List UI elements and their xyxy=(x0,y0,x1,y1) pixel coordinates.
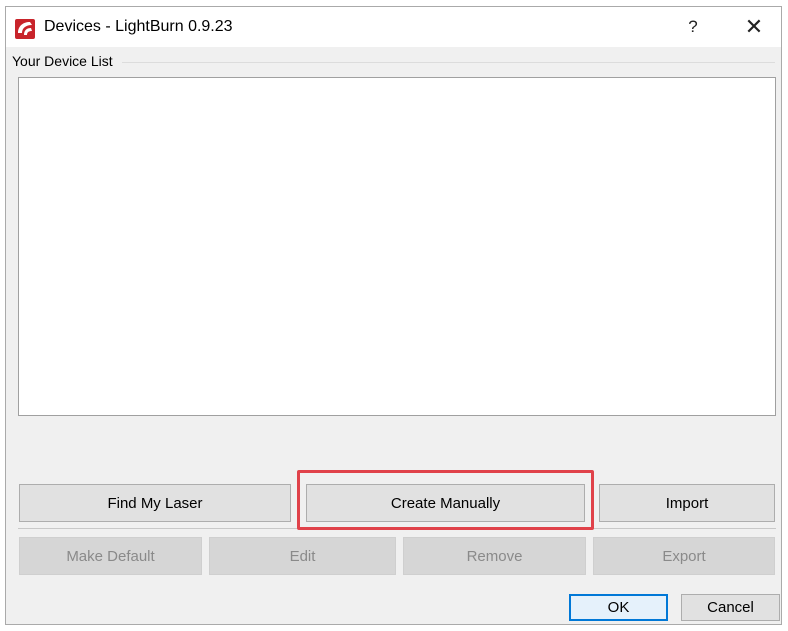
create-manually-button[interactable]: Create Manually xyxy=(306,484,585,522)
group-border-top xyxy=(122,62,775,63)
close-icon[interactable]: ✕ xyxy=(728,7,780,47)
title-bar: Devices - LightBurn 0.9.23 ? ✕ xyxy=(6,7,781,47)
import-button[interactable]: Import xyxy=(599,484,775,522)
find-my-laser-button[interactable]: Find My Laser xyxy=(19,484,291,522)
separator xyxy=(18,528,776,529)
cancel-button[interactable]: Cancel xyxy=(681,594,780,621)
make-default-button[interactable]: Make Default xyxy=(19,537,202,575)
remove-button[interactable]: Remove xyxy=(403,537,586,575)
window-title: Devices - LightBurn 0.9.23 xyxy=(44,18,233,35)
lightburn-app-icon xyxy=(15,19,35,39)
export-button[interactable]: Export xyxy=(593,537,775,575)
help-button[interactable]: ? xyxy=(670,7,716,47)
device-list[interactable] xyxy=(18,77,776,416)
edit-button[interactable]: Edit xyxy=(209,537,396,575)
device-list-group-label: Your Device List xyxy=(12,53,116,69)
ok-button[interactable]: OK xyxy=(569,594,668,621)
devices-dialog: Devices - LightBurn 0.9.23 ? ✕ Your Devi… xyxy=(5,6,782,625)
